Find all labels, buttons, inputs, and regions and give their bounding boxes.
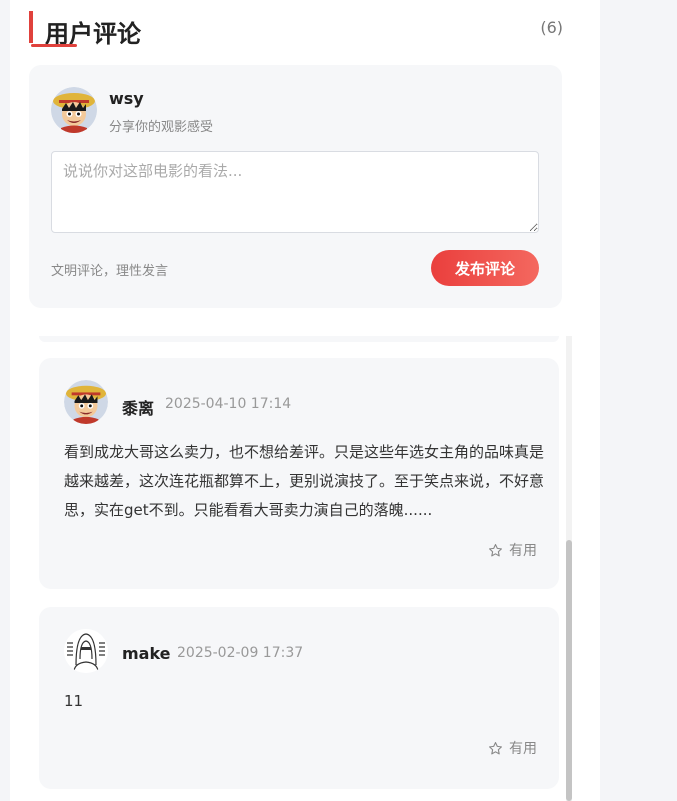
useful-button[interactable]: 有用: [488, 540, 537, 560]
scrollbar-thumb[interactable]: [566, 540, 572, 801]
comment-username: make: [122, 644, 171, 663]
compose-hint: 文明评论，理性发言: [51, 264, 169, 279]
useful-label: 有用: [509, 543, 537, 559]
comment-timestamp: 2025-04-10 17:14: [165, 396, 292, 412]
comment-text: 11: [64, 692, 84, 710]
comment-text: 看到成龙大哥这么卖力，也不想给差评。只是这些年选女主角的品味真是越来越差，这次连…: [64, 443, 545, 519]
useful-label: 有用: [509, 741, 537, 757]
comments-header: 用户评论 (6): [29, 10, 563, 48]
luffy-avatar-icon: [51, 87, 97, 133]
comment-timestamp: 2025-02-09 17:37: [177, 645, 304, 661]
comment-item: 黍离 2025-04-10 17:14 看到成龙大哥这么卖力，也不想给差评。只是…: [39, 358, 559, 589]
comment-username: 黍离: [122, 399, 155, 418]
comment-compose-box: wsy 分享你的观影感受 文明评论，理性发言 发布评论: [29, 65, 562, 308]
current-username: wsy: [109, 89, 144, 108]
comment-count: (6): [540, 18, 563, 37]
publish-comment-button[interactable]: 发布评论: [431, 250, 539, 286]
star-icon: [489, 741, 502, 754]
comment-list-top-edge: [39, 336, 559, 342]
useful-button[interactable]: 有用: [488, 738, 537, 758]
hacker-avatar-icon: [64, 629, 108, 673]
luffy-avatar-icon: [64, 380, 108, 424]
header-underline: [31, 44, 77, 47]
compose-subtitle: 分享你的观影感受: [109, 120, 214, 135]
header-accent-bar: [29, 11, 33, 43]
star-icon: [489, 543, 502, 556]
comment-input[interactable]: [51, 151, 539, 233]
comment-item: make 2025-02-09 17:37 11 有用: [39, 607, 559, 789]
